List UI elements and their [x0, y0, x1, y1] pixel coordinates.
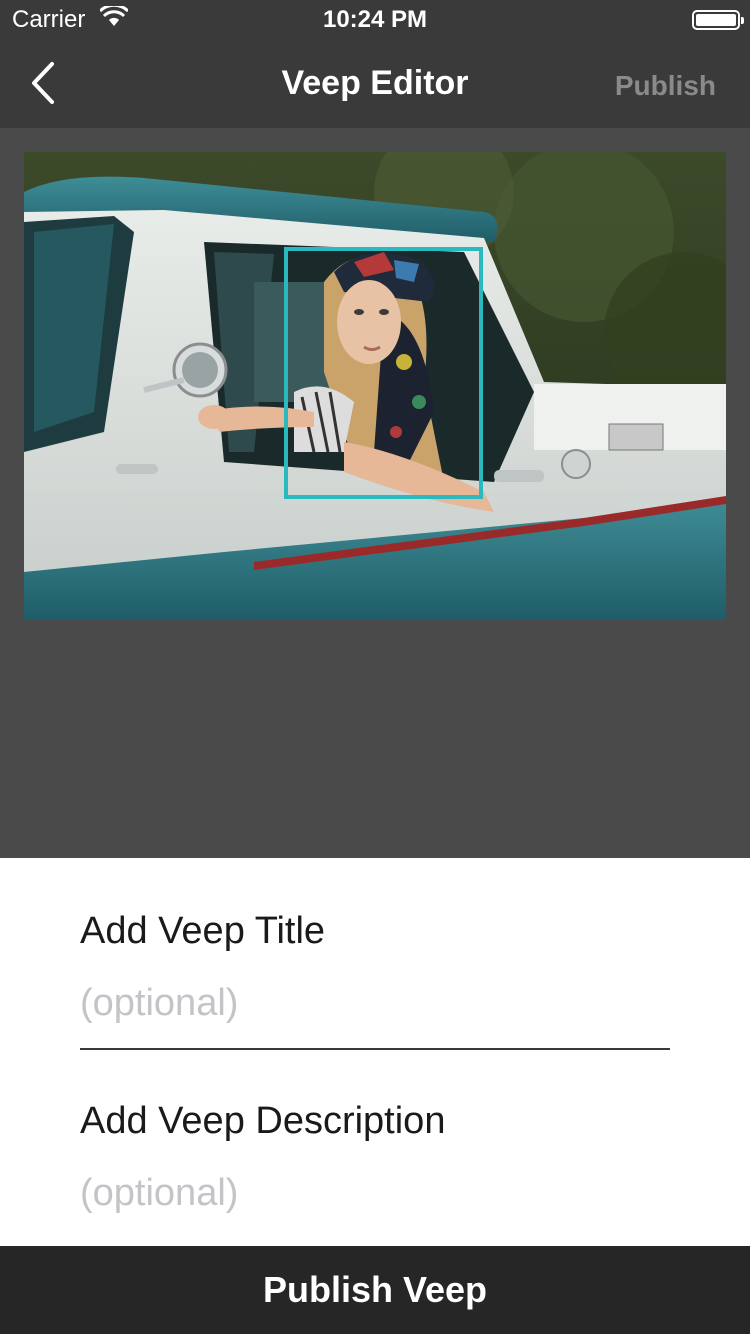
battery-icon — [692, 10, 744, 30]
status-bar: Carrier 10:24 PM — [0, 0, 750, 40]
title-input[interactable] — [80, 978, 670, 1028]
description-input[interactable] — [80, 1168, 670, 1218]
publish-button[interactable]: Publish — [615, 70, 716, 102]
veep-details-form: Add Veep Title Add Veep Description — [0, 858, 750, 1246]
title-field-label: Add Veep Title — [80, 910, 326, 952]
nav-bar: Veep Editor Publish — [0, 40, 750, 128]
veep-photo[interactable] — [24, 152, 726, 620]
photo-illustration — [24, 152, 726, 620]
title-divider — [80, 1048, 670, 1050]
description-field-label: Add Veep Description — [80, 1100, 446, 1142]
status-time: 10:24 PM — [322, 6, 428, 33]
publish-veep-button[interactable]: Publish Veep — [0, 1246, 750, 1334]
